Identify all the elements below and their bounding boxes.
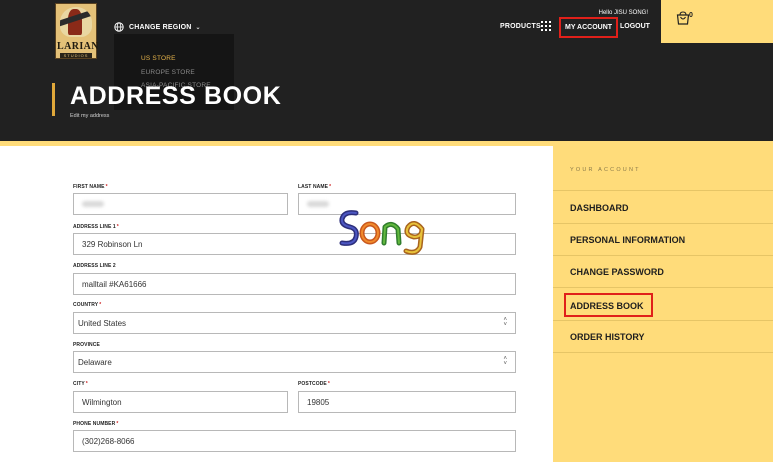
postcode-label: POSTCODE* bbox=[298, 381, 330, 387]
city-label: CITY* bbox=[73, 381, 88, 387]
sidebar-divider bbox=[553, 352, 773, 353]
change-region-label: CHANGE REGION bbox=[129, 23, 192, 31]
logo-emblem-icon bbox=[60, 7, 92, 37]
city-field[interactable]: Wilmington bbox=[73, 391, 288, 413]
globe-icon bbox=[114, 22, 124, 32]
phone-number-value: (302)268-8066 bbox=[82, 436, 135, 446]
sidebar-divider bbox=[553, 320, 773, 321]
first-name-label: FIRST NAME* bbox=[73, 184, 108, 190]
province-label: PROVINCE bbox=[73, 342, 100, 348]
redacted-value bbox=[307, 201, 329, 207]
address-line-2-field[interactable]: malltail #KA61666 bbox=[73, 273, 516, 295]
larian-logo[interactable]: LARIAN STUDIOS bbox=[55, 3, 99, 59]
sidebar-heading: YOUR ACCOUNT bbox=[570, 167, 641, 173]
select-arrows-icon: ˄ ˅ bbox=[503, 317, 507, 328]
country-label: COUNTRY* bbox=[73, 302, 102, 308]
address-form: FIRST NAME* LAST NAME* ADDRESS LINE 1* 3… bbox=[0, 146, 553, 462]
cart-button[interactable]: 0 bbox=[661, 0, 773, 43]
region-option-europe[interactable]: EUROPE STORE bbox=[141, 69, 195, 76]
sidebar-divider bbox=[553, 223, 773, 224]
page-title: ADDRESS BOOK bbox=[70, 82, 282, 110]
first-name-field[interactable] bbox=[73, 193, 288, 215]
sidebar-item-address-book[interactable]: ADDRESS BOOK bbox=[564, 293, 653, 317]
province-select[interactable]: Delaware ˄ ˅ bbox=[73, 351, 516, 373]
sidebar-item-change-password[interactable]: CHANGE PASSWORD bbox=[570, 267, 664, 277]
nav-products[interactable]: PRODUCTS bbox=[500, 23, 541, 30]
region-option-us[interactable]: US STORE bbox=[141, 55, 176, 62]
logo-text: LARIAN bbox=[57, 41, 99, 52]
account-sidebar: YOUR ACCOUNT DASHBOARD PERSONAL INFORMAT… bbox=[553, 146, 773, 462]
sidebar-item-order-history[interactable]: ORDER HISTORY bbox=[570, 332, 645, 342]
page-subtitle: Edit my address bbox=[70, 113, 110, 119]
title-accent-bar bbox=[52, 83, 55, 116]
redacted-value bbox=[82, 201, 104, 207]
address-line-1-label: ADDRESS LINE 1* bbox=[73, 224, 119, 230]
sidebar-divider bbox=[553, 255, 773, 256]
nav-my-account[interactable]: MY ACCOUNT bbox=[559, 17, 618, 38]
chevron-down-icon: ⌄ bbox=[195, 24, 201, 31]
address-line-2-label: ADDRESS LINE 2 bbox=[73, 263, 116, 269]
song-signature-sticker bbox=[339, 210, 425, 255]
nav-my-account-label: MY ACCOUNT bbox=[565, 24, 613, 31]
change-region-button[interactable]: CHANGE REGION ⌄ bbox=[114, 20, 201, 34]
sidebar-item-address-book-label: ADDRESS BOOK bbox=[570, 301, 644, 311]
country-value: United States bbox=[78, 318, 127, 328]
user-greeting: Hello JISU SONG! bbox=[598, 10, 648, 16]
phone-number-label: PHONE NUMBER* bbox=[73, 421, 119, 427]
cart-count: 0 bbox=[689, 12, 693, 19]
sidebar-item-dashboard[interactable]: DASHBOARD bbox=[570, 203, 629, 213]
select-arrows-icon: ˄ ˅ bbox=[503, 356, 507, 367]
last-name-label: LAST NAME* bbox=[298, 184, 332, 190]
phone-number-field[interactable]: (302)268-8066 bbox=[73, 430, 516, 452]
address-line-1-value: 329 Robinson Ln bbox=[82, 239, 143, 249]
postcode-field[interactable]: 19805 bbox=[298, 391, 516, 413]
logo-subtext: STUDIOS bbox=[60, 53, 92, 58]
nav-logout[interactable]: LOGOUT bbox=[620, 23, 650, 30]
sidebar-divider bbox=[553, 287, 773, 288]
sidebar-divider bbox=[553, 190, 773, 191]
site-header: LARIAN STUDIOS CHANGE REGION ⌄ US STORE … bbox=[0, 0, 773, 141]
address-line-2-value: malltail #KA61666 bbox=[82, 279, 147, 289]
grid-menu-icon[interactable] bbox=[541, 21, 551, 31]
postcode-value: 19805 bbox=[307, 397, 330, 407]
province-value: Delaware bbox=[78, 357, 112, 367]
city-value: Wilmington bbox=[82, 397, 122, 407]
address-line-1-field[interactable]: 329 Robinson Ln bbox=[73, 233, 516, 255]
country-select[interactable]: United States ˄ ˅ bbox=[73, 312, 516, 334]
sidebar-item-personal-information[interactable]: PERSONAL INFORMATION bbox=[570, 235, 685, 245]
